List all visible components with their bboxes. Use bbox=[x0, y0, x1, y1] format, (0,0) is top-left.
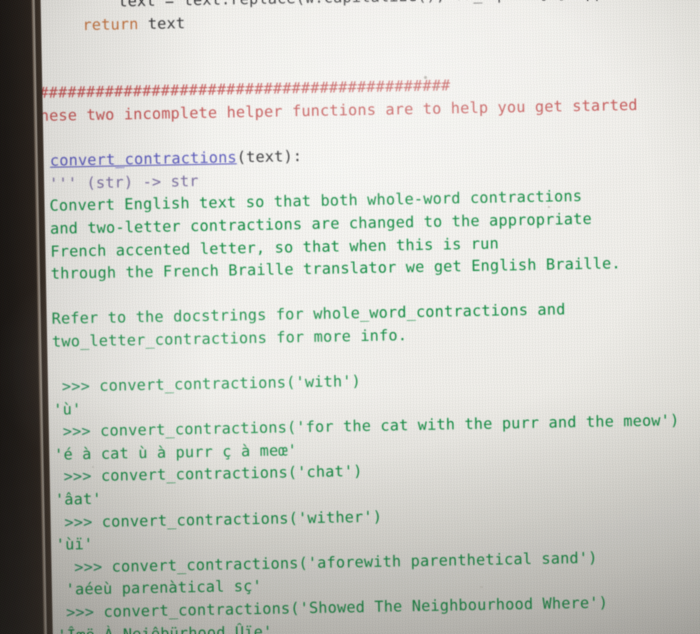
code-token-prompt: >>> bbox=[64, 512, 102, 532]
code-token-fname: convert_contractions bbox=[49, 148, 237, 170]
code-editor-text-area[interactable]: text = text.replace(w.capitalize(), fr_e… bbox=[11, 0, 700, 634]
code-token-dstr: ''' (str) -> str bbox=[49, 171, 199, 193]
code-token-prompt: >>> bbox=[65, 602, 104, 622]
code-token-str: convert_contractions('wither') bbox=[101, 507, 383, 531]
code-token-str: 'ùï' bbox=[55, 535, 94, 554]
code-token-str: 'Îœë À Neiêbürhood Ûïe' bbox=[57, 622, 273, 634]
code-token-prompt: >>> bbox=[62, 422, 101, 441]
code-token-plain: (text): bbox=[236, 147, 303, 167]
code-token-prompt: >>> bbox=[63, 467, 102, 486]
code-token-prompt: >>> bbox=[61, 376, 100, 396]
code-token-prompt: >>> bbox=[74, 557, 112, 577]
code-token-kw: return bbox=[82, 14, 139, 34]
code-lines: text = text.replace(w.capitalize(), fr_e… bbox=[9, 0, 700, 634]
code-token-str: convert_contractions('with') bbox=[99, 372, 362, 395]
code-token-str: convert_contractions('chat') bbox=[100, 462, 363, 486]
code-token-str: 'é à cat ù à purr ç à meœ' bbox=[53, 441, 298, 464]
code-token-str: two_letter_contractions for more info. bbox=[51, 326, 408, 351]
monitor-photo: text = text.replace(w.capitalize(), fr_e… bbox=[0, 0, 700, 634]
code-token-str: 'ù' bbox=[53, 399, 82, 419]
code-token-str: 'aéeù parenàtical sç' bbox=[65, 577, 263, 599]
code-token-str: 'âat' bbox=[54, 489, 102, 509]
code-token-plain: text bbox=[138, 13, 186, 33]
